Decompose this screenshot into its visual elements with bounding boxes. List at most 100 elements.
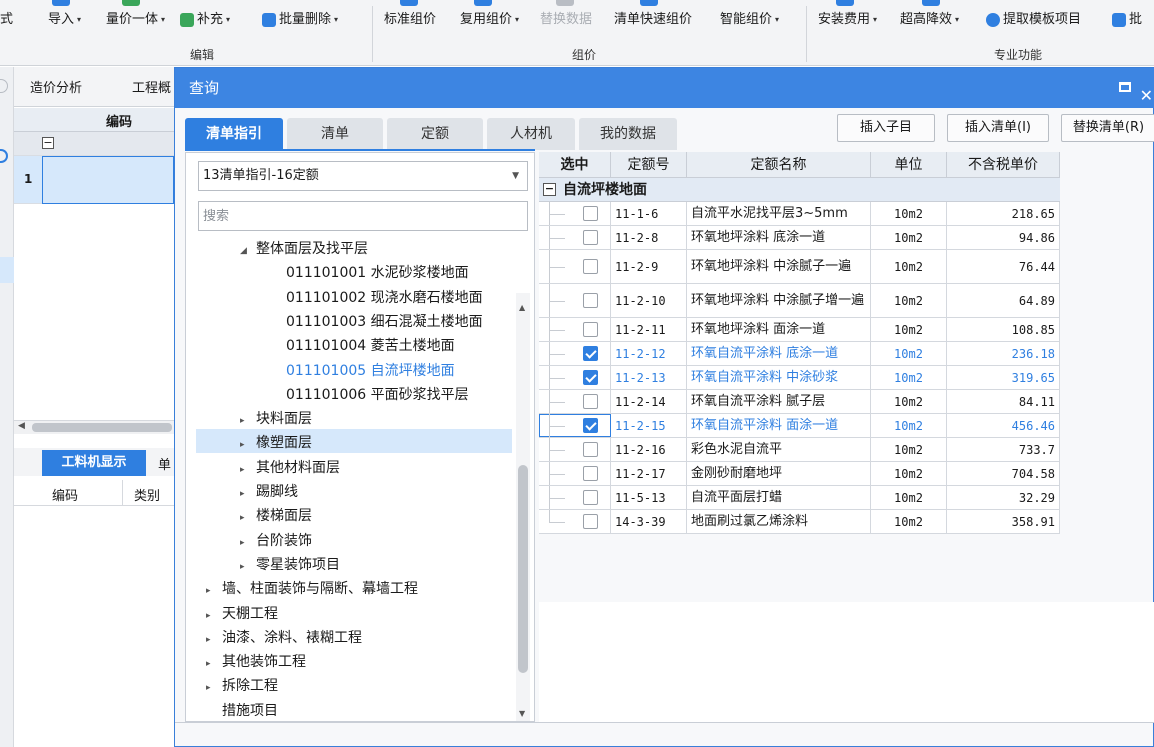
selected-cell[interactable] [42, 156, 174, 204]
row-checkbox[interactable] [583, 490, 598, 505]
insert-child-button[interactable]: 插入子目 [837, 114, 935, 142]
table-row[interactable]: 11-2-13 环氧自流平涂料 中涂砂浆 10m2 319.65 [539, 366, 1060, 390]
ribbon-std-pricing-button[interactable]: 标准组价 [384, 10, 436, 30]
tree-item[interactable]: ▸ 块料面层 [240, 407, 312, 431]
select-cell[interactable] [539, 366, 611, 389]
tree-item[interactable]: ▸ 橡塑面层 [240, 431, 312, 455]
table-row[interactable]: − [14, 132, 174, 156]
scroll-down-icon[interactable]: ▼ [519, 709, 525, 718]
ribbon-super-height-button[interactable]: 超高降效 ▾ [900, 10, 959, 30]
close-icon[interactable]: ✕ [1140, 76, 1153, 116]
tree-item[interactable]: 011101005 自流坪楼地面 [286, 359, 455, 383]
tab-quota[interactable]: 定额 [387, 118, 483, 150]
scroll-up-icon[interactable]: ▲ [519, 303, 525, 312]
replace-bill-button[interactable]: 替换清单(R) [1061, 114, 1154, 142]
table-row[interactable]: 14-3-39 地面刷过氯乙烯涂料 10m2 358.91 [539, 510, 1060, 534]
tree-item[interactable]: ▸ 其他材料面层 [240, 456, 340, 480]
table-row[interactable]: 11-2-9 环氧地坪涂料 中涂腻子一遍 10m2 76.44 [539, 250, 1060, 284]
scrollbar-thumb[interactable] [518, 465, 528, 673]
header-quota-name[interactable]: 定额名称 [687, 152, 871, 178]
row-checkbox[interactable] [583, 259, 598, 274]
table-row[interactable]: 11-2-16 彩色水泥自流平 10m2 733.7 [539, 438, 1060, 462]
ribbon-extract-template-button[interactable]: 提取模板项目 [986, 10, 1081, 30]
select-cell[interactable] [539, 342, 611, 365]
select-cell[interactable] [539, 462, 611, 485]
tree-item[interactable]: 011101002 现浇水磨石楼地面 [286, 286, 483, 310]
select-cell[interactable] [539, 390, 611, 413]
header-unit[interactable]: 单位 [871, 152, 947, 178]
collapsed-arrow-icon[interactable]: ▸ [206, 604, 222, 628]
tree-item[interactable]: ▸ 楼梯面层 [240, 504, 312, 528]
tab-project[interactable]: 工程概 [132, 77, 171, 96]
table-row[interactable]: 11-2-12 环氧自流平涂料 底涂一道 10m2 236.18 [539, 342, 1060, 366]
insert-bill-button[interactable]: 插入清单(I) [947, 114, 1049, 142]
tree-item[interactable]: ▸ 其他装饰工程 [206, 650, 306, 674]
table-row[interactable]: 11-2-17 金刚砂耐磨地坪 10m2 704.58 [539, 462, 1060, 486]
tree-item[interactable]: 措施项目 [206, 699, 278, 721]
ribbon-reuse-pricing-button[interactable]: 复用组价 ▾ [460, 10, 519, 30]
collapse-toggle-icon[interactable]: − [42, 137, 54, 149]
ribbon-batch-delete-button[interactable]: 批量删除 ▾ [262, 10, 338, 30]
ribbon-install-fee-button[interactable]: 安装费用 ▾ [818, 10, 877, 30]
table-row[interactable]: 11-2-11 环氧地坪涂料 面涂一道 10m2 108.85 [539, 318, 1060, 342]
table-row[interactable]: 11-5-13 自流平面层打蜡 10m2 32.29 [539, 486, 1060, 510]
collapsed-arrow-icon[interactable]: ▸ [206, 628, 222, 652]
tree-item[interactable]: ▸ 台阶装饰 [240, 529, 312, 553]
tree-item[interactable]: ▸ 油漆、涂料、裱糊工程 [206, 626, 362, 650]
header-price[interactable]: 不含税单价 [947, 152, 1060, 178]
header-select[interactable]: 选中 [539, 152, 611, 178]
expanded-arrow-icon[interactable]: ◢ [240, 239, 256, 263]
collapsed-arrow-icon[interactable]: ▸ [240, 531, 256, 555]
horizontal-scrollbar[interactable]: ◀ [14, 420, 174, 434]
ribbon-qty-price-button[interactable]: 量价一体 ▾ [106, 10, 165, 30]
tab-labor-display[interactable]: 工料机显示 [42, 450, 146, 476]
select-cell[interactable] [539, 486, 611, 509]
ribbon-replace-data-button[interactable]: 替换数据 [540, 10, 592, 30]
library-select[interactable]: 13清单指引-16定额 ▼ [198, 161, 528, 191]
ribbon-smart-pricing-button[interactable]: 智能组价 ▾ [720, 10, 779, 30]
group-row[interactable]: − 自流坪楼地面 [539, 178, 1060, 202]
ribbon-supplement-button[interactable]: 补充 ▾ [180, 10, 230, 30]
header-quota-code[interactable]: 定额号 [611, 152, 687, 178]
row-checkbox[interactable] [583, 370, 598, 385]
tab-bill-guide[interactable]: 清单指引 [185, 118, 283, 150]
collapsed-arrow-icon[interactable]: ▸ [240, 555, 256, 579]
table-row[interactable]: 11-2-15 环氧自流平涂料 面涂一道 10m2 456.46 [539, 414, 1060, 438]
tree-item[interactable]: ▸ 拆除工程 [206, 674, 278, 698]
ribbon-style-button[interactable]: 式 [0, 10, 13, 30]
scroll-left-icon[interactable]: ◀ [18, 421, 25, 431]
tab-cost-analysis[interactable]: 造价分析 [30, 77, 82, 96]
tree-item[interactable]: 011101004 菱苦土楼地面 [286, 334, 455, 358]
row-checkbox[interactable] [583, 442, 598, 457]
tree-item[interactable]: ▸ 天棚工程 [206, 602, 278, 626]
collapsed-arrow-icon[interactable]: ▸ [240, 506, 256, 530]
tree-item[interactable]: 011101006 平面砂浆找平层 [286, 383, 469, 407]
ribbon-batch-more-button[interactable]: 批 [1112, 10, 1142, 30]
expand-handle-icon[interactable] [0, 149, 8, 163]
tab-bill[interactable]: 清单 [287, 118, 383, 150]
collapsed-arrow-icon[interactable]: ▸ [240, 433, 256, 457]
row-checkbox[interactable] [583, 394, 598, 409]
select-cell[interactable] [539, 438, 611, 461]
tree-item[interactable]: 011101001 水泥砂浆楼地面 [286, 261, 469, 285]
tab-unit[interactable]: 单 [158, 454, 171, 473]
tab-labor-material[interactable]: 人材机 [487, 118, 575, 150]
table-row[interactable]: 11-1-6 自流平水泥找平层3~5mm 10m2 218.65 [539, 202, 1060, 226]
select-cell[interactable] [539, 318, 611, 341]
collapsed-arrow-icon[interactable]: ▸ [206, 579, 222, 603]
maximize-icon[interactable] [1119, 82, 1131, 92]
row-checkbox[interactable] [583, 206, 598, 221]
search-input[interactable] [198, 201, 528, 231]
select-cell[interactable] [539, 250, 611, 283]
collapsed-arrow-icon[interactable]: ▸ [206, 652, 222, 676]
row-checkbox[interactable] [583, 230, 598, 245]
row-checkbox[interactable] [583, 346, 598, 361]
select-cell[interactable] [539, 510, 611, 533]
dialog-title-bar[interactable]: 查询 ✕ [175, 68, 1154, 108]
table-row[interactable]: 11-2-8 环氧地坪涂料 底涂一道 10m2 94.86 [539, 226, 1060, 250]
scrollbar-thumb[interactable] [32, 423, 172, 432]
select-cell[interactable] [539, 414, 611, 437]
select-cell[interactable] [539, 202, 611, 225]
table-row[interactable]: 1 [14, 156, 174, 204]
tab-my-data[interactable]: 我的数据 [579, 118, 677, 150]
